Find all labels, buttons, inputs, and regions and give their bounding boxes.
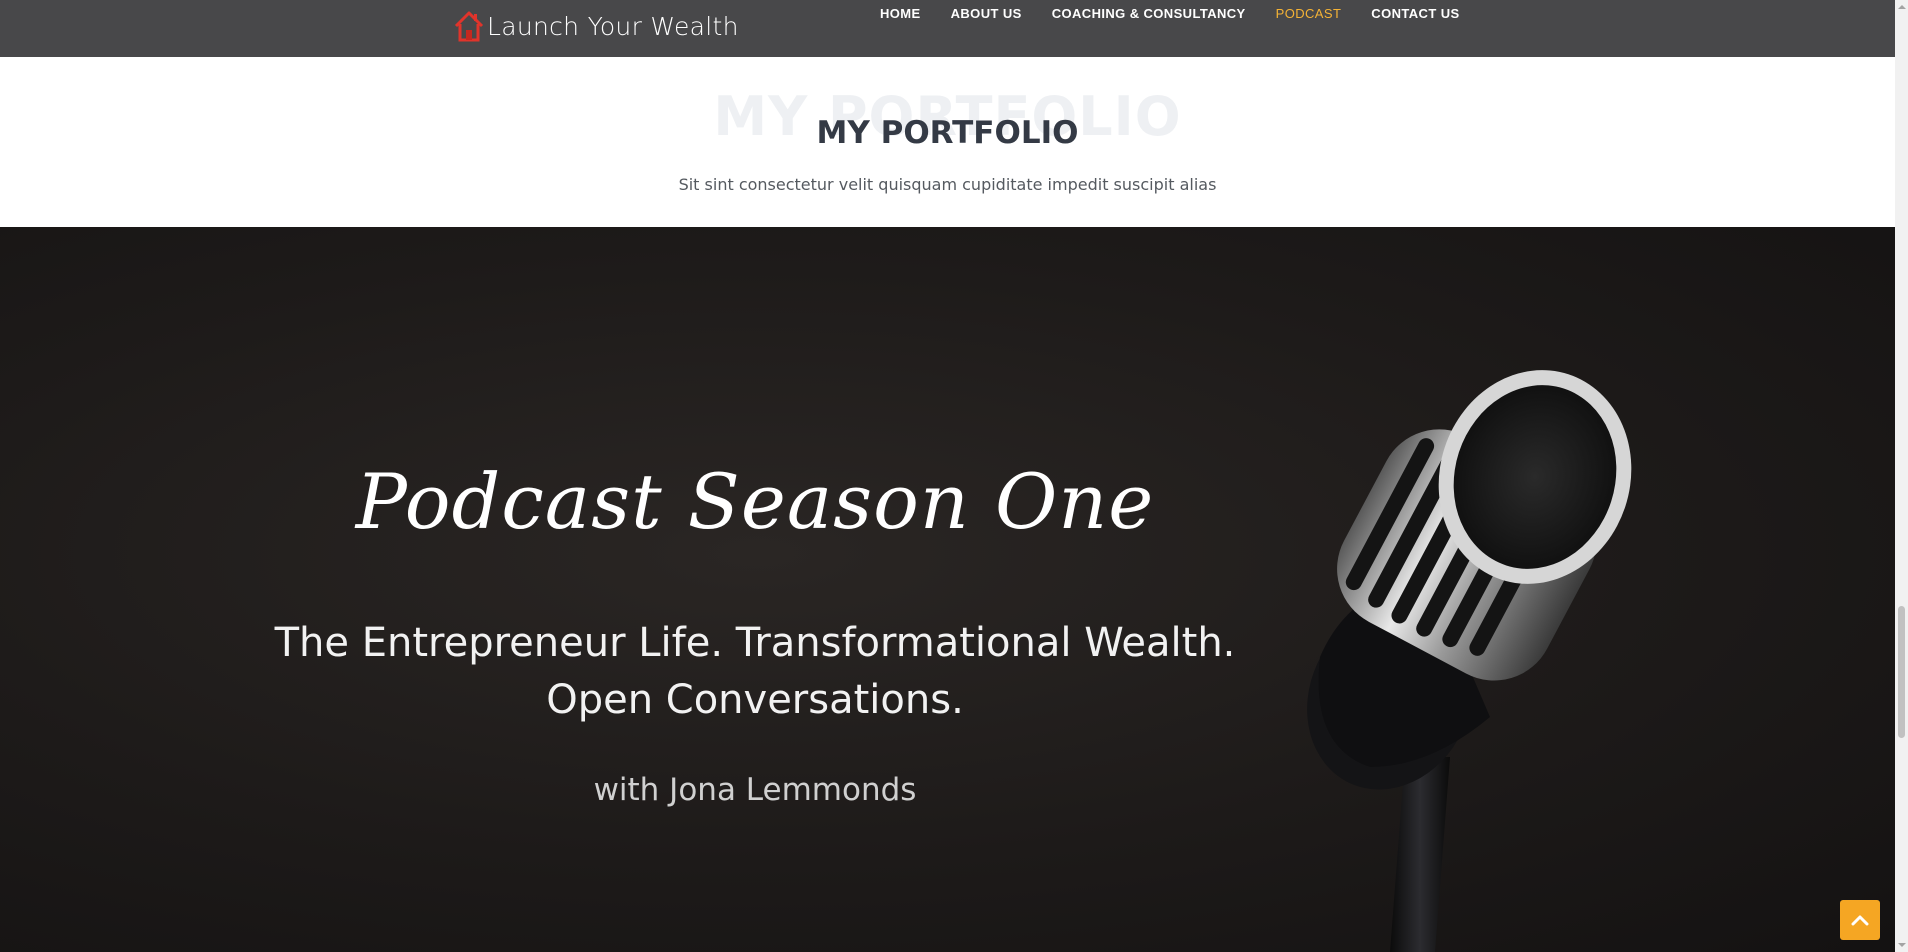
scroll-up-arrow-icon[interactable]: [1895, 0, 1908, 14]
nav-home[interactable]: HOME: [880, 6, 921, 22]
nav-about-us[interactable]: ABOUT US: [951, 6, 1022, 22]
top-navbar: Launch Your Wealth HOME ABOUT US COACHIN…: [0, 0, 1895, 57]
chevron-up-icon: [1851, 915, 1869, 926]
nav-contact-us[interactable]: CONTACT US: [1371, 6, 1459, 22]
podcast-host: with Jona Lemmonds: [593, 772, 917, 808]
back-to-top-button[interactable]: [1840, 900, 1880, 940]
section-title: MY PORTFOLIO: [816, 115, 1079, 151]
scroll-thumb[interactable]: [1898, 606, 1905, 738]
nav-coaching-consultancy[interactable]: COACHING & CONSULTANCY: [1052, 6, 1246, 22]
section-subtitle: Sit sint consectetur velit quisquam cupi…: [678, 175, 1217, 194]
nav-podcast[interactable]: PODCAST: [1276, 6, 1342, 22]
house-icon: [454, 11, 484, 42]
podcast-tagline-line2: Open Conversations.: [546, 677, 964, 723]
podcast-title: Podcast Season One: [355, 457, 1155, 546]
brand-logo[interactable]: Launch Your Wealth: [453, 8, 739, 44]
podcast-tagline-line1: The Entrepreneur Life. Transformational …: [274, 620, 1236, 666]
portfolio-section-header: MY PORTFOLIO MY PORTFOLIO Sit sint conse…: [0, 57, 1895, 227]
page-scrollbar[interactable]: [1895, 0, 1908, 952]
main-nav: HOME ABOUT US COACHING & CONSULTANCY POD…: [880, 6, 1460, 22]
podcast-banner: Podcast Season One The Entrepreneur Life…: [0, 227, 1895, 952]
brand-name: Launch Your Wealth: [487, 11, 739, 41]
scroll-down-arrow-icon[interactable]: [1895, 938, 1908, 952]
